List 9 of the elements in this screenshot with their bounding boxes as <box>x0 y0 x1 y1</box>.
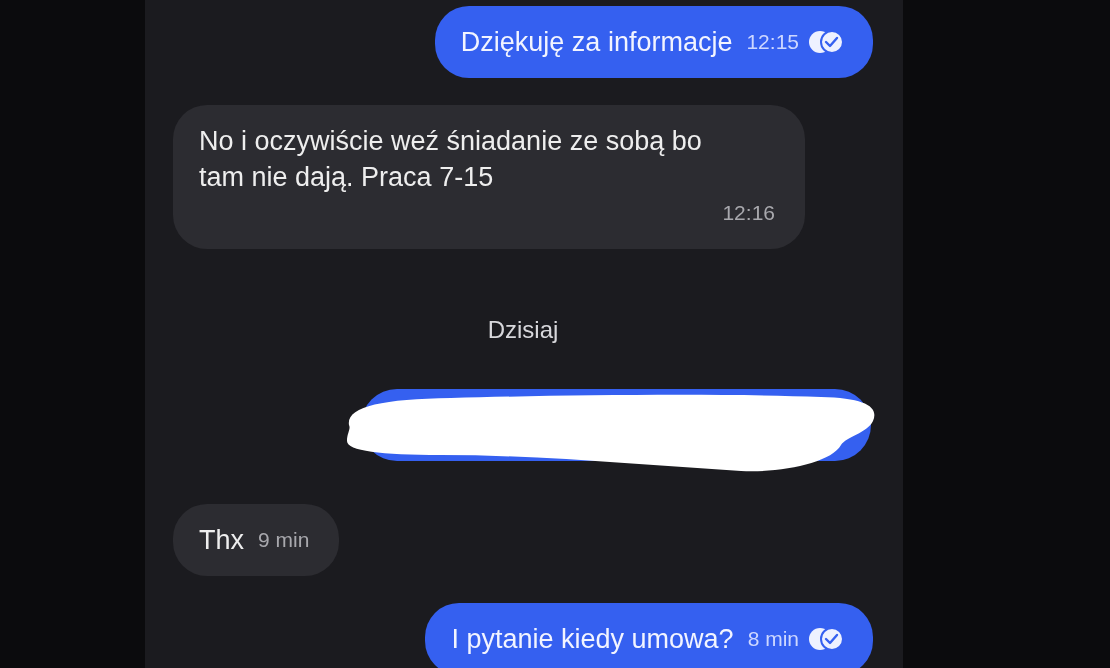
message-time: 12:15 <box>746 29 799 55</box>
message-time: 12:16 <box>722 200 775 226</box>
date-separator: Dzisiaj <box>487 316 559 344</box>
message-time: 8 min <box>747 626 799 652</box>
message-text: Thx <box>199 524 244 557</box>
message-time: 9 min <box>258 527 310 553</box>
message-text: Dziękuję za informacje <box>460 26 733 59</box>
message-text: I pytanie kiedy umowa? <box>451 623 734 656</box>
message-text: No i oczywiście weź śniadanie ze sobą bo tam nie dają. Praca 7-15 <box>199 125 703 194</box>
